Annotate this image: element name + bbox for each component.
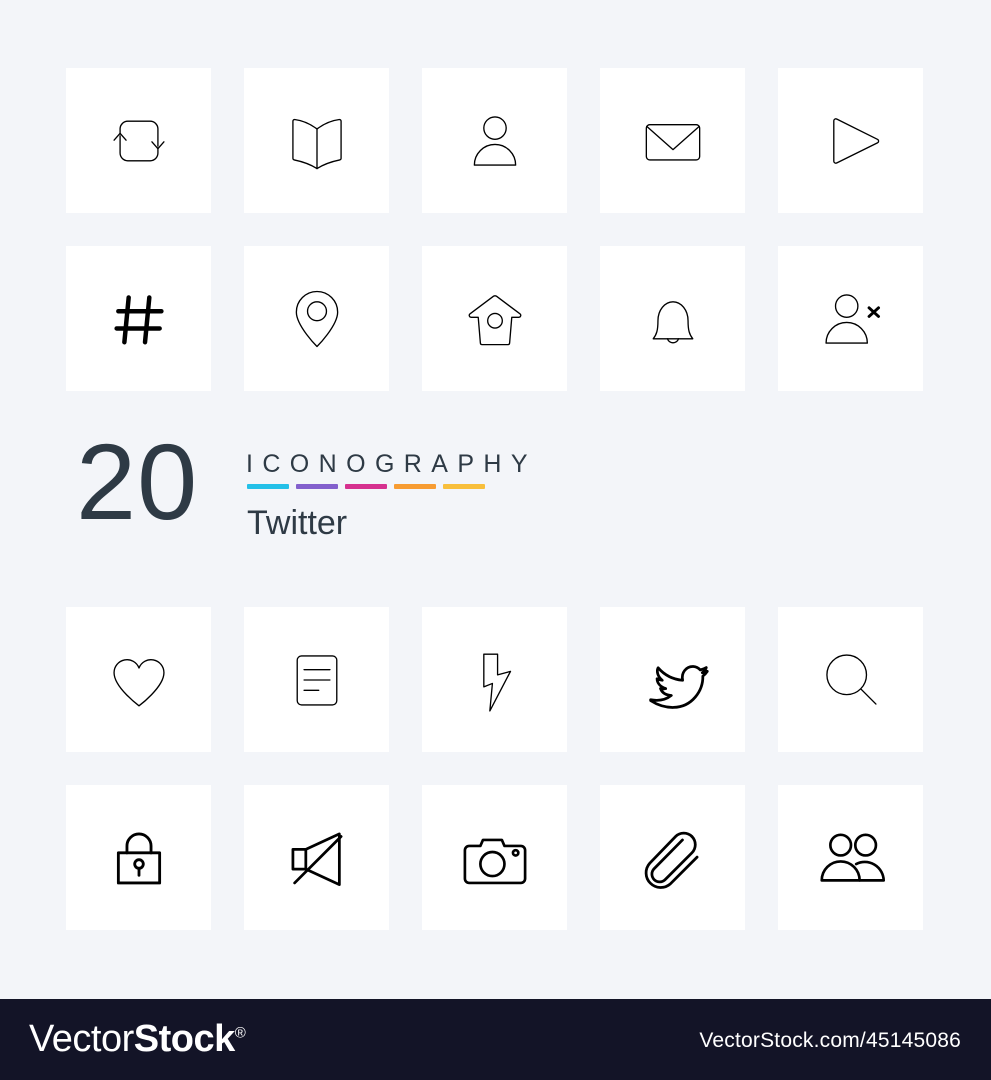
icon-card-lock[interactable]	[66, 785, 211, 930]
mute-icon	[274, 815, 360, 901]
brand-bold-part: Stock	[133, 1018, 235, 1060]
footer-watermark-bar: VectorStock® VectorStock.com/45145086	[0, 999, 991, 1080]
icon-card-retweet[interactable]	[66, 68, 211, 213]
bar-magenta	[345, 484, 387, 489]
bar-yellow	[443, 484, 485, 489]
icon-card-bell[interactable]	[600, 246, 745, 391]
icon-card-heart[interactable]	[66, 607, 211, 752]
icon-card-user[interactable]	[422, 68, 567, 213]
icon-card-play[interactable]	[778, 68, 923, 213]
icon-card-search[interactable]	[778, 607, 923, 752]
icon-card-envelope[interactable]	[600, 68, 745, 213]
book-icon	[274, 98, 360, 184]
birdhouse-icon	[452, 276, 538, 362]
title-block: 20 ICONOGRAPHY Twitter	[66, 428, 766, 566]
lock-icon	[96, 815, 182, 901]
icon-card-lightning[interactable]	[422, 607, 567, 752]
registered-mark-icon: ®	[234, 1024, 246, 1042]
heart-icon	[96, 637, 182, 723]
bar-orange	[394, 484, 436, 489]
color-bars	[247, 484, 485, 489]
icon-card-twitter-bird[interactable]	[600, 607, 745, 752]
envelope-icon	[630, 98, 716, 184]
icon-grid-bottom	[66, 607, 923, 930]
retweet-icon	[96, 98, 182, 184]
document-icon	[274, 637, 360, 723]
category-title: Twitter	[247, 504, 348, 542]
icon-card-hashtag[interactable]	[66, 246, 211, 391]
user-remove-icon	[808, 276, 894, 362]
icon-card-user-remove[interactable]	[778, 246, 923, 391]
search-icon	[808, 637, 894, 723]
icon-card-paperclip[interactable]	[600, 785, 745, 930]
icon-grid-top	[66, 68, 923, 391]
bar-purple	[296, 484, 338, 489]
icon-card-birdhouse[interactable]	[422, 246, 567, 391]
icon-card-users-group[interactable]	[778, 785, 923, 930]
lightning-icon	[452, 637, 538, 723]
location-pin-icon	[274, 276, 360, 362]
bell-icon	[630, 276, 716, 362]
twitter-bird-icon	[630, 637, 716, 723]
icon-card-location-pin[interactable]	[244, 246, 389, 391]
brand-light-part: Vector	[29, 1018, 134, 1060]
icon-set-page: 20 ICONOGRAPHY Twitter VectorStock® Vect…	[0, 0, 991, 1080]
user-icon	[452, 98, 538, 184]
bar-cyan	[247, 484, 289, 489]
vectorstock-logo: VectorStock®	[29, 1018, 246, 1061]
hashtag-icon	[96, 276, 182, 362]
play-icon	[808, 98, 894, 184]
icon-count: 20	[76, 421, 199, 542]
iconography-heading: ICONOGRAPHY	[246, 450, 537, 478]
footer-url: VectorStock.com/45145086	[699, 1029, 961, 1052]
paperclip-icon	[630, 815, 716, 901]
icon-card-book[interactable]	[244, 68, 389, 213]
icon-card-camera[interactable]	[422, 785, 567, 930]
users-group-icon	[808, 815, 894, 901]
icon-card-document[interactable]	[244, 607, 389, 752]
camera-icon	[452, 815, 538, 901]
icon-card-mute[interactable]	[244, 785, 389, 930]
